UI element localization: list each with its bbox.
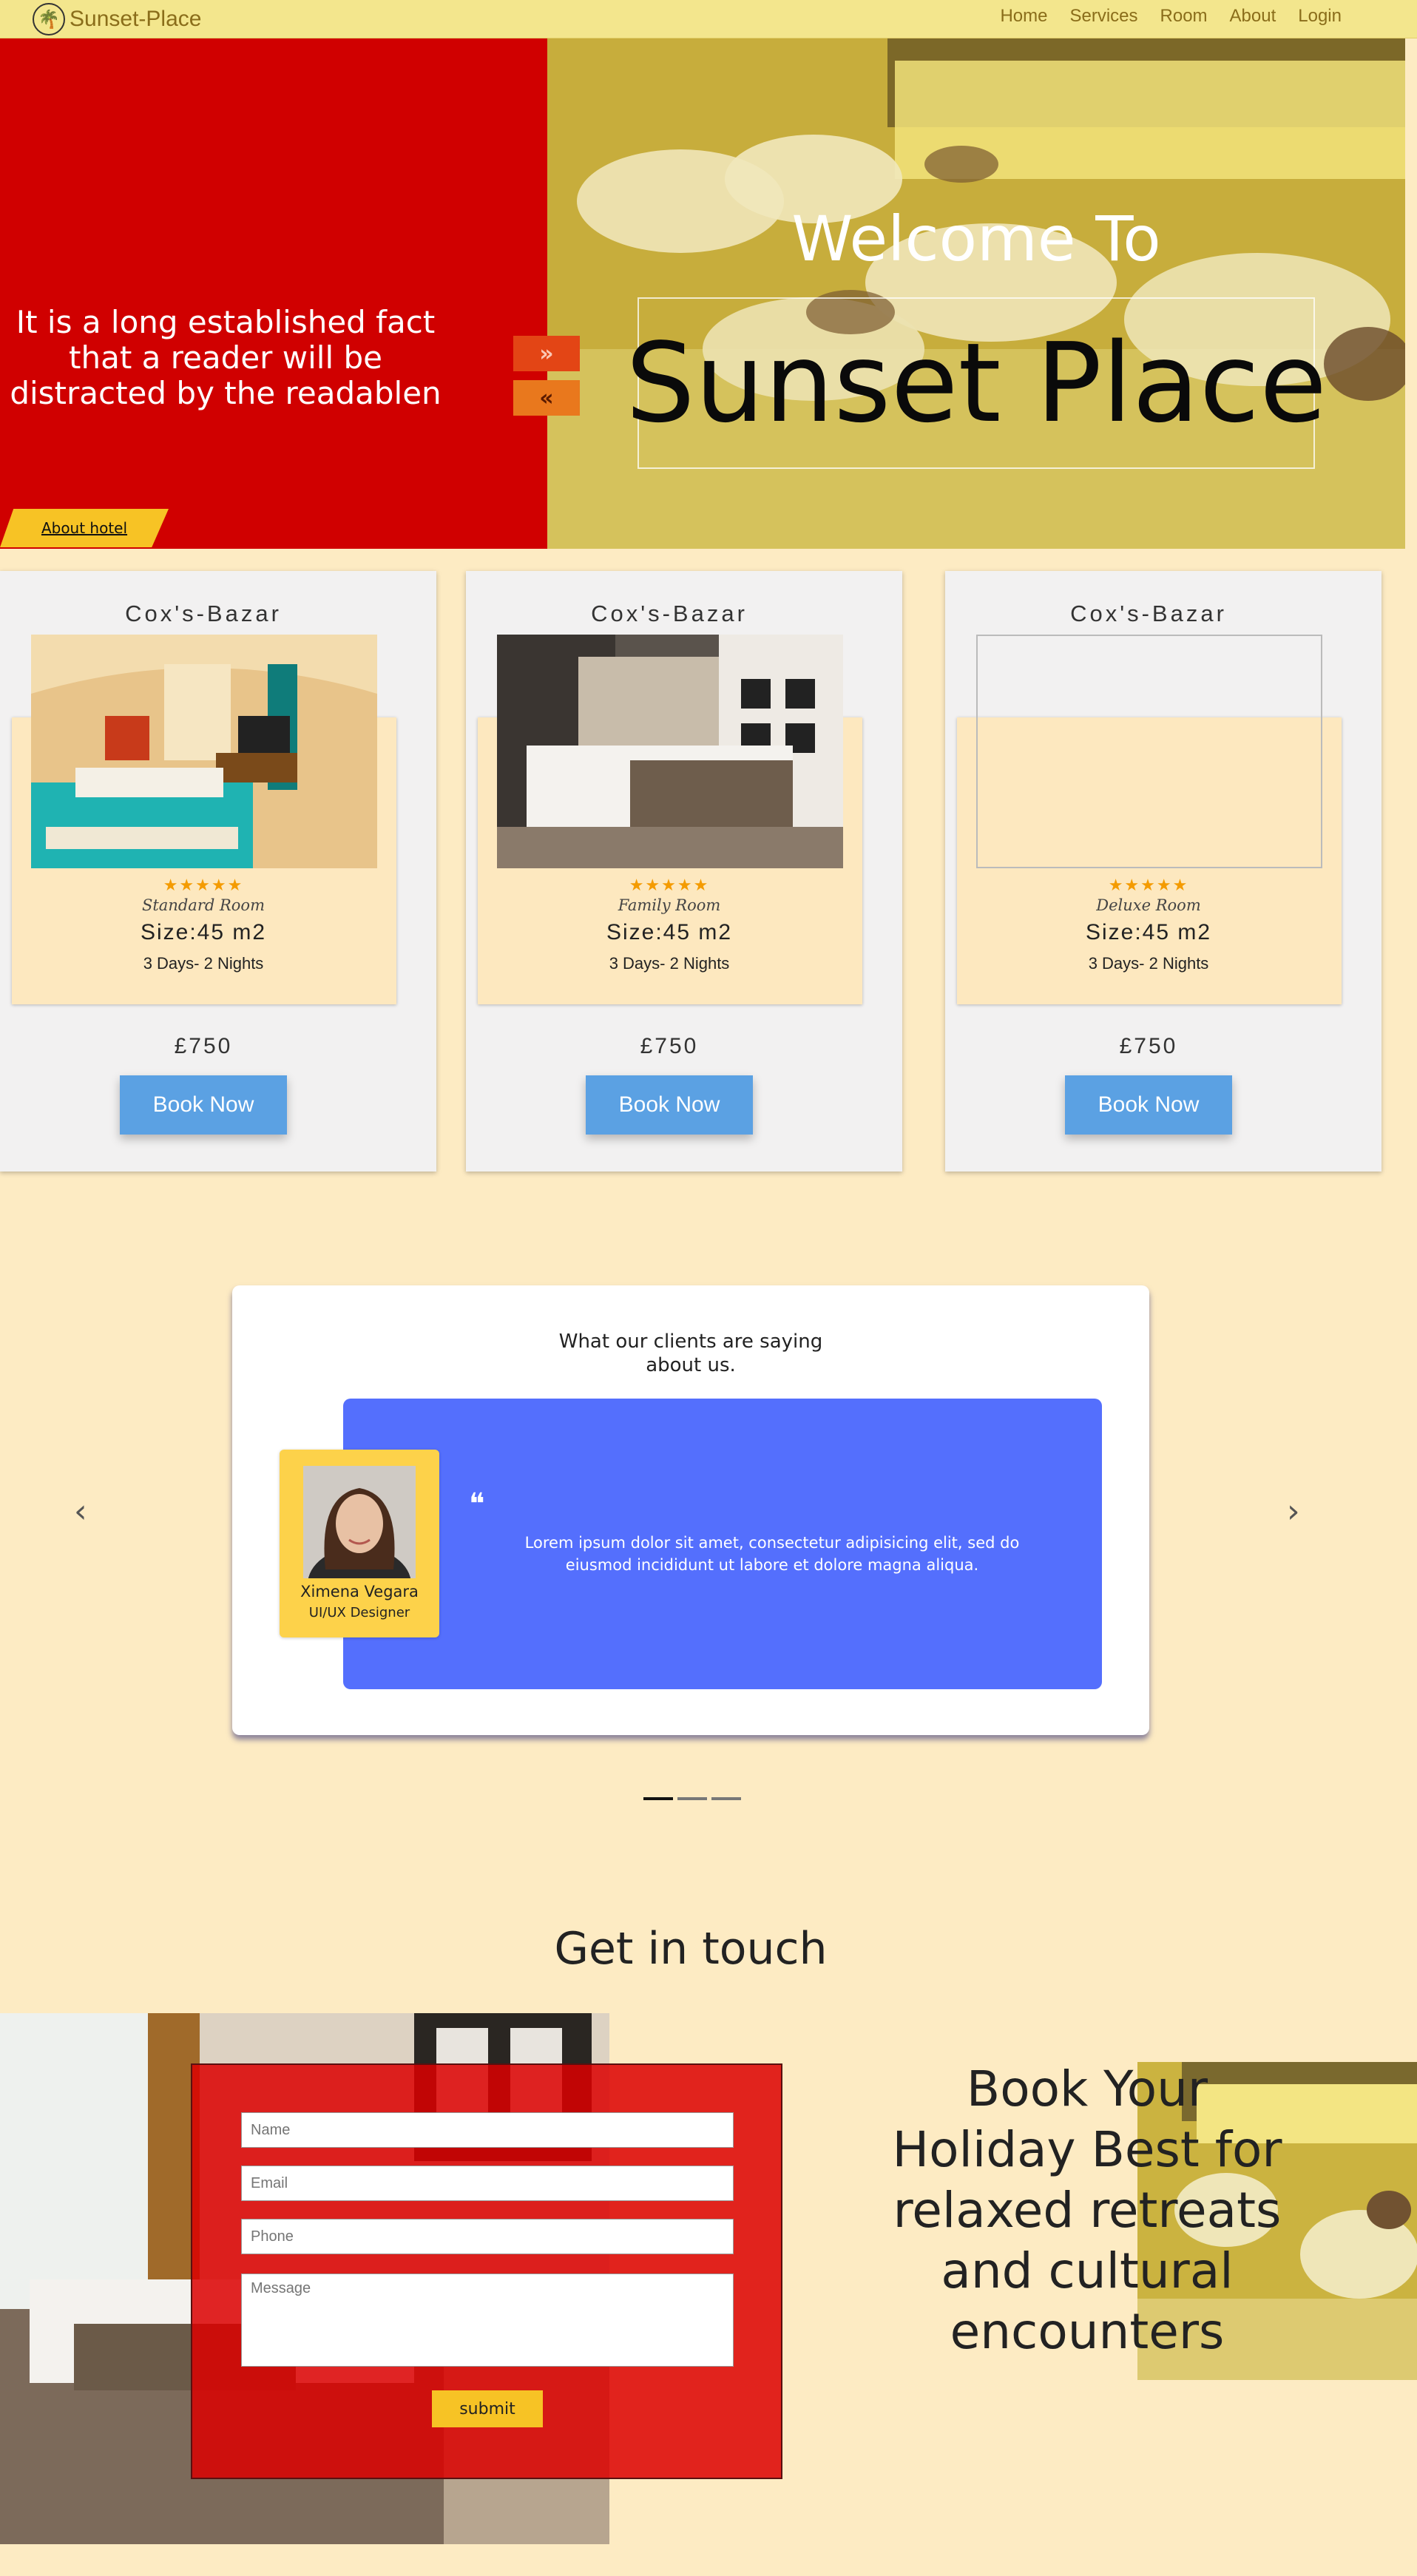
room-type: Family Room [618, 896, 721, 914]
book-now-button[interactable]: Book Now [1065, 1075, 1232, 1135]
about-hotel-button[interactable]: About hotel [0, 509, 169, 547]
carousel-prev-button[interactable]: « [513, 380, 580, 416]
rating-stars: ★★★★★ [629, 876, 710, 895]
room-duration: 3 Days- 2 Nights [143, 954, 264, 973]
nav-item-home[interactable]: Home [1000, 6, 1047, 27]
nav-item-room[interactable]: Room [1160, 6, 1208, 27]
brand-name: Sunset-Place [70, 7, 202, 31]
room-size: Size:45 m2 [1085, 920, 1212, 944]
avatar [303, 1466, 416, 1578]
room-price: £750 [174, 1034, 233, 1058]
book-now-button[interactable]: Book Now [120, 1075, 287, 1135]
testimonial-quote: Lorem ipsum dolor sit amet, consectetur … [524, 1534, 1020, 1574]
email-field[interactable] [241, 2166, 734, 2201]
nav-item-login[interactable]: Login [1298, 6, 1342, 27]
room-photo-deluxe-broken [976, 635, 1322, 868]
room-type: Standard Room [141, 896, 265, 914]
nav-item-services[interactable]: Services [1069, 6, 1137, 27]
phone-field[interactable] [241, 2219, 734, 2254]
hero-section: It is a long established fact that a rea… [0, 38, 1405, 549]
testimonial-author-card: Ximena Vegara UI/UX Designer [280, 1450, 439, 1637]
rating-stars: ★★★★★ [1108, 876, 1189, 895]
contact-heading: Get in touch [554, 1923, 828, 1975]
hero-title: Sunset Place [625, 320, 1328, 447]
book-now-button[interactable]: Book Now [586, 1075, 753, 1135]
name-field[interactable] [241, 2112, 734, 2148]
carousel-indicator-3[interactable] [711, 1797, 741, 1800]
hero-title-box: Sunset Place [626, 297, 1327, 469]
carousel-next-button[interactable]: » [513, 336, 580, 371]
carousel-indicator-1[interactable] [643, 1797, 673, 1800]
hero-red-panel: It is a long established fact that a rea… [0, 38, 547, 549]
hero-tagline: It is a long established fact that a rea… [10, 304, 442, 411]
message-field[interactable] [241, 2274, 734, 2367]
hero-welcome: Welcome To [791, 203, 1161, 275]
room-price: £750 [640, 1034, 699, 1058]
room-photo-standard [31, 635, 377, 868]
room-photo-family [497, 635, 843, 868]
room-size: Size:45 m2 [140, 920, 267, 944]
room-card-deluxe: Cox's-Bazar ★★★★★ Deluxe Room Size:45 m2… [945, 571, 1382, 1172]
testimonial-prev-arrow-icon[interactable]: ‹ [74, 1492, 87, 1530]
brand[interactable]: 🌴 Sunset-Place [33, 3, 201, 36]
book-holiday-text: Book Your Holiday Best for relaxed retre… [892, 2061, 1282, 2360]
hero-lounge-image [547, 38, 1405, 549]
carousel-indicator-2[interactable] [677, 1797, 707, 1800]
author-role: UI/UX Designer [308, 1605, 410, 1620]
testimonial-next-arrow-icon[interactable]: › [1287, 1492, 1300, 1530]
testimonial-card: What our clients are saying about us. ❝ … [232, 1285, 1149, 1735]
navbar: 🌴 Sunset-Place Home Services Room About … [0, 0, 1417, 38]
room-city: Cox's-Bazar [125, 601, 282, 626]
quote-icon: ❝ [469, 1487, 485, 1521]
rating-stars: ★★★★★ [163, 876, 244, 895]
room-size: Size:45 m2 [606, 920, 733, 944]
room-price: £750 [1119, 1034, 1178, 1058]
nav-item-about[interactable]: About [1230, 6, 1276, 27]
testimonial-quote-panel: ❝ Lorem ipsum dolor sit amet, consectetu… [343, 1399, 1102, 1689]
contact-form: submit [191, 2063, 782, 2479]
room-card-standard: Cox's-Bazar ★★★★★ Standard Room Size:45 … [0, 571, 436, 1172]
room-duration: 3 Days- 2 Nights [609, 954, 730, 973]
room-type: Deluxe Room [1096, 896, 1201, 914]
carousel-indicators [643, 1797, 741, 1800]
room-duration: 3 Days- 2 Nights [1088, 954, 1209, 973]
about-hotel-label: About hotel [41, 519, 128, 537]
palm-tree-logo-icon: 🌴 [33, 3, 65, 36]
nav-menu: Home Services Room About Login [1000, 6, 1342, 27]
room-city: Cox's-Bazar [1070, 601, 1227, 626]
submit-button[interactable]: submit [432, 2390, 543, 2427]
room-card-family: Cox's-Bazar ★★★★★ Family Room Size:45 m2… [466, 571, 902, 1172]
room-city: Cox's-Bazar [591, 601, 748, 626]
author-name: Ximena Vegara [300, 1583, 419, 1600]
testimonial-heading: What our clients are saying about us. [558, 1331, 823, 1376]
hero-scene-illustration [547, 38, 1405, 549]
